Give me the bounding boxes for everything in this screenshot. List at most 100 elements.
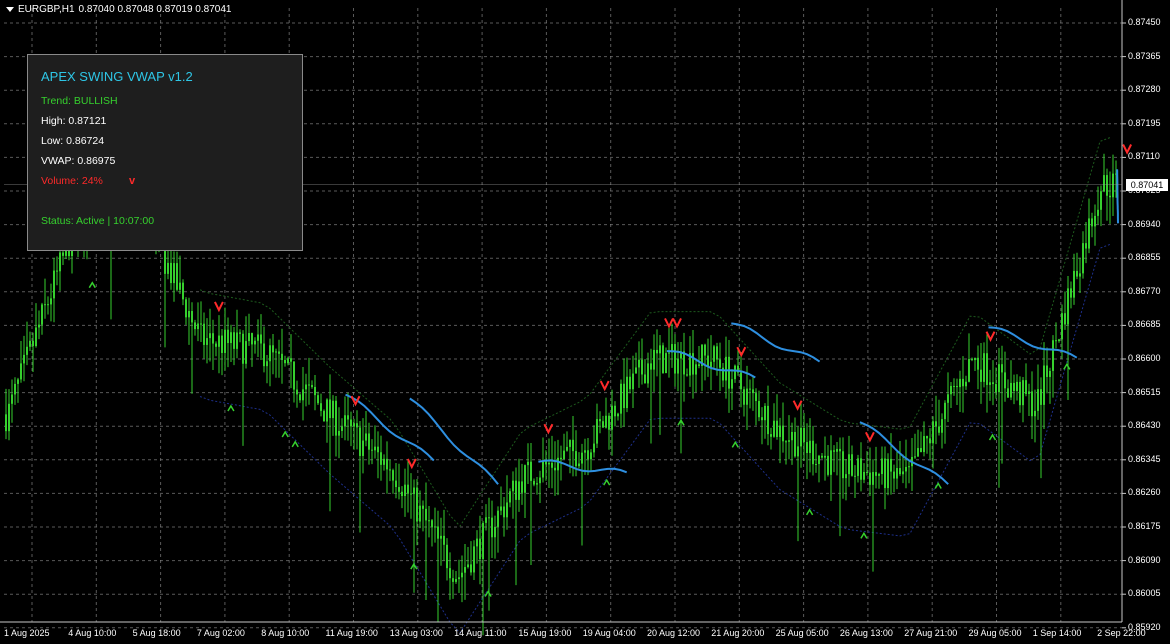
time-tick-label: 8 Aug 10:00 [261, 628, 310, 638]
candle-body [599, 419, 601, 422]
candle-body [515, 480, 517, 500]
candle-body [920, 448, 922, 453]
candle-body [821, 455, 823, 458]
candle-body [755, 393, 757, 402]
candle-body [524, 465, 526, 493]
candle-body [650, 363, 652, 370]
candle-body [713, 346, 715, 362]
candle-body [392, 470, 394, 481]
candle-body [611, 405, 613, 430]
candle-body [785, 441, 787, 443]
candle-body [1112, 173, 1114, 198]
price-tick-label: 0.87450 [1128, 17, 1161, 27]
symbol-dropdown-icon[interactable] [6, 7, 14, 12]
candle-body [398, 487, 400, 492]
candle-body [488, 517, 490, 519]
chart-window[interactable]: EURGBP,H1 0.87040 0.87048 0.87019 0.8704… [0, 0, 1170, 644]
time-tick-label: 26 Aug 13:00 [839, 628, 893, 638]
candle-body [815, 464, 817, 466]
candle-body [185, 299, 187, 318]
candle-body [44, 304, 46, 306]
candle-body [23, 354, 25, 364]
ohlc-readout: 0.87040 0.87048 0.87019 0.87041 [78, 4, 232, 15]
candle-body [530, 461, 532, 481]
candle-body [845, 474, 847, 479]
candle-body [554, 467, 556, 471]
candle-body [1106, 175, 1108, 196]
candle-body [794, 431, 796, 457]
price-tick-label: 0.86940 [1128, 218, 1161, 229]
candle-body [926, 436, 928, 439]
candle-body [776, 420, 778, 437]
candle-body [908, 466, 910, 468]
time-tick-label: 5 Aug 18:00 [132, 628, 181, 638]
candle-body [347, 415, 349, 420]
candle-body [809, 440, 811, 453]
price-tick-label: 0.87280 [1128, 84, 1161, 95]
candle-body [239, 332, 241, 334]
candle-body [452, 578, 454, 582]
candle-body [5, 414, 7, 432]
candle-body [404, 484, 406, 497]
candle-body [773, 420, 775, 437]
time-tick-label: 1 Aug 2025 [4, 628, 50, 638]
candle-body [803, 427, 805, 443]
candle-body [179, 282, 181, 290]
candle-body [335, 400, 337, 436]
candle-body [968, 358, 970, 382]
buy-arrow-icon [805, 508, 814, 516]
candle-body [1088, 218, 1090, 249]
candle-body [875, 472, 877, 476]
time-tick-label: 4 Aug 10:00 [68, 628, 117, 638]
candle-body [500, 506, 502, 511]
candle-body [1100, 191, 1102, 210]
candle-body [602, 421, 604, 428]
candle-body [287, 358, 289, 364]
candle-body [341, 426, 343, 431]
symbol-label[interactable]: EURGBP,H1 [18, 4, 75, 15]
indicator-title: APEX SWING VWAP v1.2 [41, 69, 193, 84]
candle-body [446, 544, 448, 569]
candle-body [965, 381, 967, 387]
candle-body [170, 262, 172, 284]
candle-body [317, 395, 319, 404]
buy-arrow-icon [291, 440, 299, 448]
candle-body [752, 389, 754, 394]
candle-body [386, 458, 388, 470]
candle-body [890, 458, 892, 472]
candle-body [596, 419, 598, 444]
candle-body [899, 468, 901, 475]
candle-body [356, 423, 358, 428]
candle-body [32, 340, 34, 347]
candle-body [593, 443, 595, 453]
price-tick-label: 0.86005 [1128, 588, 1161, 599]
candle-body [830, 450, 832, 475]
candle-body [56, 270, 58, 272]
candle-body [989, 382, 991, 385]
candle-body [551, 462, 553, 468]
candle-body [35, 327, 37, 347]
candle-body [1037, 389, 1039, 411]
time-tick-label: 19 Aug 04:00 [582, 628, 636, 638]
candle-body [437, 526, 439, 539]
candle-body [1085, 243, 1087, 249]
candle-body [521, 481, 523, 493]
candle-body [167, 262, 169, 274]
candle-body [818, 455, 820, 465]
candle-body [1091, 218, 1093, 227]
candle-body [533, 480, 535, 485]
candle-body [338, 430, 340, 436]
candle-body [848, 454, 850, 475]
candle-body [572, 439, 574, 452]
candle-body [731, 379, 733, 389]
candle-body [1013, 382, 1015, 391]
candle-body [212, 333, 214, 344]
candle-body [353, 423, 355, 427]
candle-body [659, 345, 661, 354]
candle-body [857, 458, 859, 476]
candle-body [1109, 195, 1111, 198]
candle-body [959, 378, 961, 388]
candle-body [1073, 270, 1075, 298]
candle-body [14, 383, 16, 395]
candle-body [1022, 380, 1024, 406]
